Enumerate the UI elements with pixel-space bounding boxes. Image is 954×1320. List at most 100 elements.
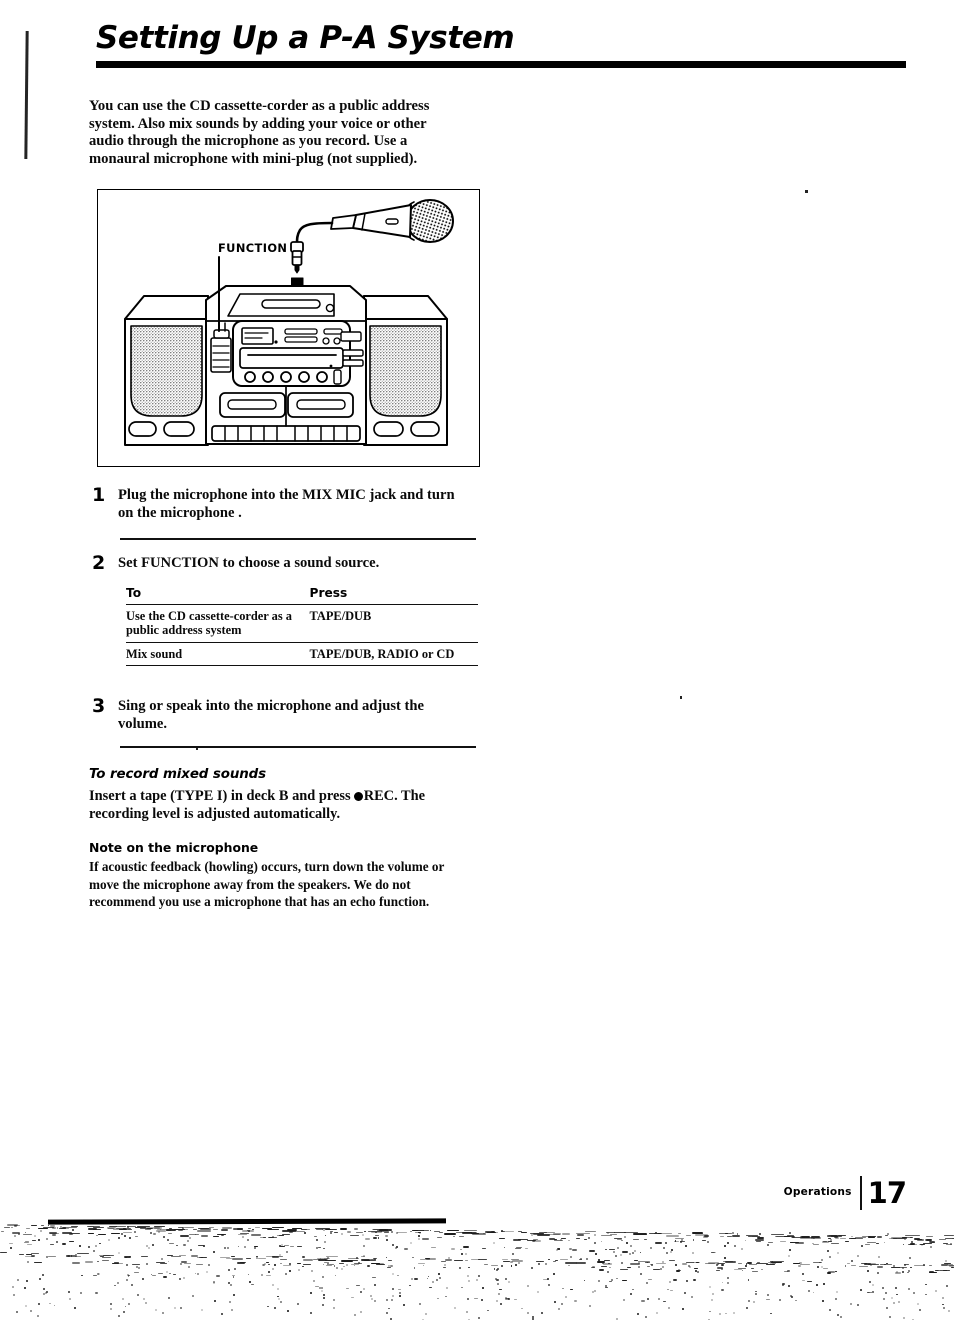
scan-dot — [518, 1261, 521, 1264]
scan-streak — [813, 1262, 821, 1264]
scan-streak — [938, 1269, 947, 1271]
scan-dot — [840, 1315, 843, 1318]
scan-streak — [297, 1263, 301, 1265]
scan-dot — [606, 1271, 609, 1274]
scan-streak — [844, 1265, 846, 1268]
scan-dot — [11, 1285, 14, 1288]
scan-streak — [459, 1236, 464, 1238]
scan-streak — [895, 1294, 898, 1296]
scan-streak — [118, 1229, 127, 1231]
scan-streak — [641, 1299, 645, 1302]
scan-dot — [360, 1310, 363, 1313]
scan-streak — [69, 1233, 74, 1236]
footer-section-label: Operations — [783, 1186, 852, 1198]
scan-dot — [821, 1299, 824, 1302]
scan-streak — [721, 1264, 725, 1267]
scan-streak — [4, 1227, 10, 1229]
scan-dot — [782, 1283, 785, 1286]
scan-streak — [346, 1231, 351, 1234]
scan-streak — [132, 1263, 140, 1265]
scan-streak — [196, 1256, 199, 1258]
record-body-part-1: Insert a tape (TYPE I) in deck B and pre… — [89, 788, 355, 804]
scan-dot — [616, 1246, 619, 1249]
scan-dot — [692, 1251, 695, 1254]
scan-dot — [168, 1296, 171, 1299]
scan-streak — [179, 1235, 189, 1238]
scan-streak — [183, 1244, 186, 1247]
scan-streak — [376, 1264, 385, 1266]
scan-streak — [333, 1231, 339, 1233]
scan-dot — [598, 1280, 601, 1282]
scan-streak — [26, 1227, 30, 1229]
scan-dot — [766, 1243, 769, 1246]
scan-dot — [155, 1308, 158, 1311]
scan-dot — [410, 1242, 412, 1245]
scan-streak — [798, 1265, 802, 1268]
step-divider-rule-2 — [120, 746, 476, 748]
scan-streak — [386, 1256, 388, 1258]
scan-dot — [677, 1269, 680, 1272]
scan-dot — [391, 1244, 394, 1247]
scan-streak — [719, 1235, 724, 1237]
scan-dot — [224, 1246, 227, 1249]
scan-streak — [296, 1246, 302, 1248]
scan-dot — [267, 1271, 270, 1274]
scan-dot — [942, 1296, 945, 1299]
scan-dot — [373, 1300, 376, 1303]
scan-dot — [655, 1311, 658, 1314]
scan-dot — [752, 1301, 755, 1304]
scan-speck — [680, 696, 682, 699]
scan-streak — [604, 1259, 610, 1261]
scan-dot — [930, 1246, 933, 1249]
scan-dot — [370, 1297, 373, 1300]
scan-streak — [616, 1277, 619, 1279]
scan-dot — [410, 1278, 413, 1281]
step-1-number: 1 — [92, 484, 106, 506]
scan-streak — [772, 1263, 777, 1265]
scan-streak — [669, 1290, 673, 1292]
scan-streak — [122, 1232, 133, 1234]
scan-dot — [298, 1269, 301, 1272]
scan-dot — [196, 1273, 199, 1276]
scan-streak — [674, 1240, 680, 1242]
scan-dot — [178, 1278, 181, 1281]
scan-streak — [387, 1260, 393, 1262]
scan-dot — [335, 1267, 338, 1270]
step-2-text: Set FUNCTION to choose a sound source. — [118, 555, 380, 571]
scan-streak — [250, 1283, 255, 1285]
scan-streak — [398, 1288, 401, 1290]
scan-dot — [68, 1298, 71, 1301]
scan-dot — [547, 1283, 550, 1286]
scan-dot — [593, 1289, 596, 1292]
scan-streak — [769, 1312, 773, 1314]
scan-dot — [646, 1298, 649, 1301]
scan-streak — [157, 1273, 163, 1275]
scan-streak — [8, 1243, 13, 1245]
scan-dot — [174, 1307, 177, 1309]
scan-dot — [253, 1246, 256, 1249]
scan-streak — [444, 1233, 456, 1236]
scan-dot — [228, 1269, 231, 1272]
scan-dot — [727, 1277, 730, 1280]
scan-streak — [707, 1240, 710, 1243]
scan-streak — [464, 1259, 468, 1261]
scan-streak — [175, 1244, 178, 1246]
scan-streak — [237, 1233, 247, 1235]
scan-dot — [917, 1302, 920, 1305]
scan-dot — [886, 1233, 889, 1236]
scan-dot — [136, 1293, 139, 1296]
page-title: Setting Up a P-A System — [96, 20, 515, 56]
scan-streak — [791, 1237, 795, 1239]
scan-dot — [478, 1275, 481, 1278]
scan-streak — [276, 1295, 280, 1297]
scan-streak — [436, 1298, 440, 1300]
scan-dot — [788, 1284, 791, 1287]
scan-dot — [373, 1257, 376, 1260]
scan-dot — [145, 1302, 148, 1305]
scan-dot — [898, 1300, 901, 1303]
scan-dot — [788, 1248, 791, 1251]
scan-dot — [322, 1297, 325, 1300]
scan-streak — [501, 1264, 503, 1267]
scan-streak — [555, 1259, 558, 1261]
scan-streak — [351, 1297, 355, 1299]
